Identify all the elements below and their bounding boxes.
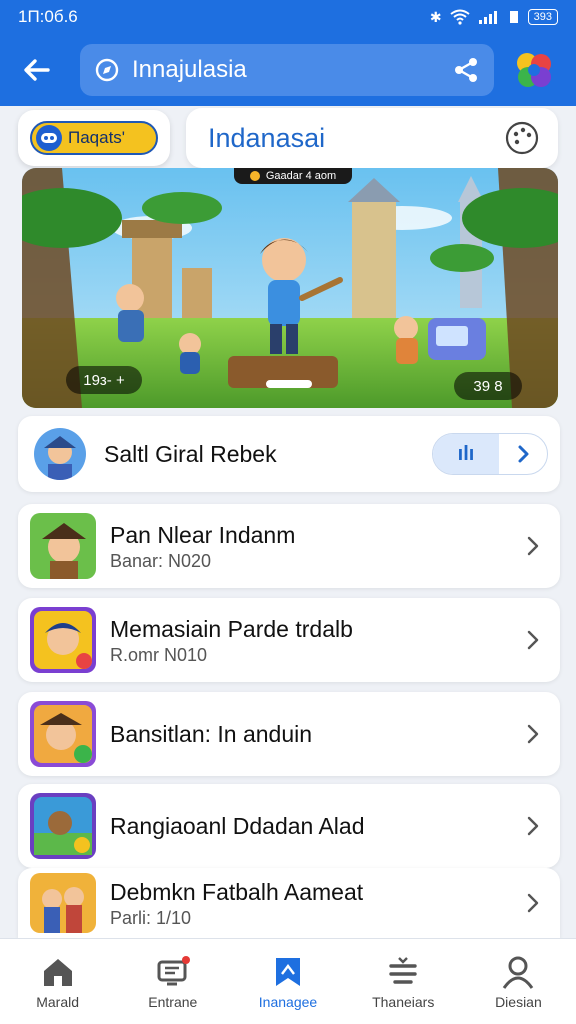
item-subtitle: R.omr N010 (110, 644, 208, 665)
list-item[interactable]: Debmkn Fatbalh Aameat Parli: 1/10 (18, 868, 560, 938)
item-title: Debmkn Fatbalh Aameat (110, 878, 364, 905)
featured-banner[interactable]: Gaadar 4 aom 19з- + 39 8 (22, 168, 558, 408)
nav-item-manage[interactable]: Inanagee (230, 939, 345, 1024)
nav-label: Marald (36, 993, 79, 1010)
view-toggle[interactable]: ılı (432, 433, 548, 475)
coin-icon (249, 171, 260, 181)
list-item[interactable]: Bansitlan: In anduin (18, 692, 560, 776)
nav-item-entrance[interactable]: Entrane (115, 939, 230, 1024)
list-item[interactable]: Pan Nlear Indanm Banar: N020 (18, 504, 560, 588)
chevron-right-icon (527, 724, 539, 744)
item-subtitle: Parli: 1/10 (110, 907, 192, 928)
banner-left-badge: 19з- + (66, 366, 142, 394)
bookmark-icon (276, 957, 300, 986)
item-title: Rangiaoanl Ddadan Alad (110, 813, 365, 839)
bluetooth-icon: ✱ (429, 8, 442, 25)
arrow-left-icon (24, 59, 50, 81)
category-chip-label: Пaqats' (68, 128, 126, 147)
banner-right-badge: 39 8 (454, 372, 522, 400)
list-icon (389, 956, 417, 984)
chevron-right-icon (518, 445, 529, 463)
bottom-navigation: Marald Entrane Inanagee Thaneiars Diesia… (0, 938, 576, 1024)
category-chip[interactable]: Пaqats' (30, 121, 158, 155)
battery-indicator: 393 (527, 9, 558, 25)
item-title: Memasiain Parde trdalb (110, 615, 353, 642)
featured-name: Saltl Giral Rebek (104, 440, 277, 467)
nav-item-profile[interactable]: Diesian (461, 939, 576, 1024)
list-item[interactable]: Memasiain Parde trdalb R.omr N010 (18, 598, 560, 682)
search-bar[interactable]: Innajulasia (80, 44, 494, 96)
share-icon[interactable] (452, 56, 480, 84)
compass-icon (95, 58, 119, 82)
chevron-right-icon (527, 893, 539, 913)
game-thumbnail (30, 701, 96, 767)
tv-icon (157, 955, 190, 985)
gamepad-icon (36, 125, 62, 151)
featured-item[interactable]: Saltl Giral Rebek ılı (18, 416, 560, 492)
item-subtitle: Banar: N020 (110, 550, 212, 571)
banner-top-label: Gaadar 4 aom (234, 168, 352, 184)
chevron-right-icon (527, 630, 539, 650)
next-button[interactable] (499, 434, 547, 474)
nav-label: Entrane (148, 993, 198, 1010)
avatar (34, 428, 86, 480)
nav-item-home[interactable]: Marald (0, 939, 115, 1024)
person-icon (503, 956, 534, 989)
game-thumbnail (30, 793, 96, 859)
battery-small-icon (509, 11, 518, 23)
nav-label: Thaneiars (372, 993, 435, 1010)
palette-icon[interactable] (504, 120, 540, 156)
game-thumbnail (30, 513, 96, 579)
category-chip-card[interactable]: Пaqats' (18, 110, 170, 166)
game-thumbnail (30, 873, 96, 933)
page-title-card: Indanasai (186, 108, 558, 168)
item-title: Bansitlan: In anduin (110, 721, 313, 747)
stats-icon: ılı (457, 442, 475, 465)
chevron-right-icon (527, 816, 539, 836)
item-title: Pan Nlear Indanm (110, 521, 296, 548)
chevron-right-icon (527, 536, 539, 556)
wifi-icon (450, 9, 470, 25)
nav-label: Inanagee (258, 993, 318, 1010)
app-logo-icon[interactable] (514, 50, 554, 90)
back-button[interactable] (14, 47, 60, 93)
list-item[interactable]: Rangiaoanl Ddadan Alad (18, 784, 560, 868)
game-thumbnail (30, 607, 96, 673)
home-icon (43, 958, 72, 986)
status-time: 1П:0б.6 (18, 7, 78, 26)
nav-item-transfers[interactable]: Thaneiars (346, 939, 461, 1024)
search-text: Innajulasia (132, 56, 247, 83)
signal-icon (478, 11, 497, 24)
status-bar: 1П:0б.6 ✱ 393 (0, 0, 576, 34)
page-title: Indanasai (208, 122, 326, 153)
nav-label: Diesian (495, 993, 542, 1010)
stats-button[interactable]: ılı (433, 434, 499, 474)
app-bar: Innajulasia (0, 34, 576, 106)
